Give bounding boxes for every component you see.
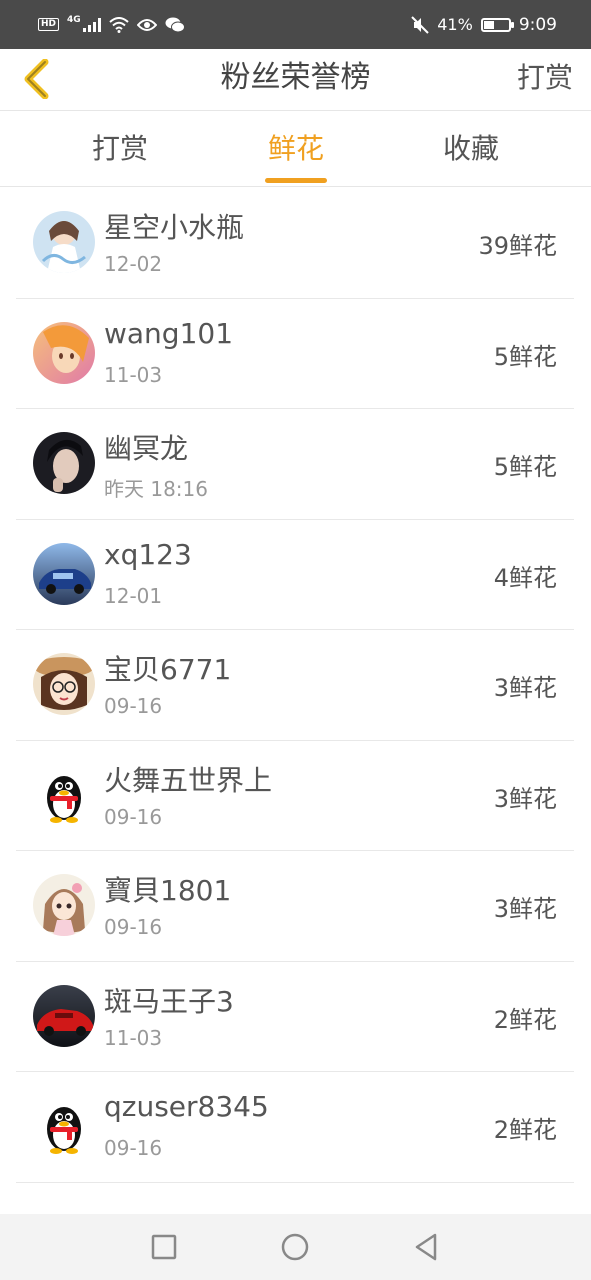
list-item[interactable]: 火舞五世界上 09-16 3鲜花 xyxy=(16,741,574,851)
list-item[interactable]: 斑马王子3 11-03 2鲜花 xyxy=(16,962,574,1072)
recent-apps-button[interactable] xyxy=(149,1232,179,1262)
list-item[interactable]: 寶貝1801 09-16 3鲜花 xyxy=(16,851,574,962)
avatar xyxy=(33,984,95,1047)
flower-count: 2鲜花 xyxy=(493,1005,557,1034)
tab-favorites[interactable]: 收藏 xyxy=(411,111,531,187)
avatar xyxy=(33,874,95,936)
qq-penguin-avatar xyxy=(33,763,95,826)
hd-badge: HD xyxy=(38,18,60,31)
qq-penguin-avatar xyxy=(33,1095,95,1157)
page-title: 粉丝荣誉榜 xyxy=(220,60,371,95)
tab-favorites-label: 收藏 xyxy=(442,132,499,165)
flower-count: 3鲜花 xyxy=(493,784,557,813)
tab-active-indicator xyxy=(265,178,327,183)
reward-button[interactable]: 打赏 xyxy=(517,49,573,111)
cartoon-girl-avatar xyxy=(33,653,95,715)
anime-face-avatar xyxy=(33,321,95,384)
tab-reward[interactable]: 打赏 xyxy=(60,111,180,187)
avatar xyxy=(33,542,95,605)
user-date: 09-16 xyxy=(104,1136,163,1160)
signal-icon xyxy=(82,17,101,32)
car-avatar xyxy=(33,542,95,605)
user-name: 火舞五世界上 xyxy=(104,763,273,797)
user-name: qzuser8345 xyxy=(104,1090,269,1123)
user-name: 宝贝6771 xyxy=(104,653,232,686)
list-item[interactable]: 宝贝6771 09-16 3鲜花 xyxy=(16,630,574,741)
doll-avatar xyxy=(33,874,95,936)
user-name: 星空小水瓶 xyxy=(104,211,245,244)
tab-reward-label: 打赏 xyxy=(91,132,148,165)
back-nav-button[interactable] xyxy=(411,1232,441,1262)
user-date: 昨天 18:16 xyxy=(104,477,208,501)
circle-icon xyxy=(281,1233,309,1261)
wechat-icon xyxy=(165,17,185,32)
flower-count: 5鲜花 xyxy=(493,453,557,481)
user-date: 09-16 xyxy=(104,694,163,718)
list-item[interactable]: qzuser8345 09-16 2鲜花 xyxy=(16,1072,574,1183)
avatar xyxy=(33,432,95,494)
user-date: 11-03 xyxy=(104,362,163,387)
battery-icon xyxy=(480,17,514,32)
clock: 9:09 xyxy=(518,14,557,35)
nav-bar: 粉丝荣誉榜 打赏 xyxy=(0,49,591,111)
user-date: 11-03 xyxy=(104,1025,163,1050)
home-button[interactable] xyxy=(280,1232,310,1262)
red-car-avatar xyxy=(33,984,95,1047)
avatar xyxy=(33,1095,95,1157)
flower-count: 4鲜花 xyxy=(493,563,557,592)
user-name: 幽冥龙 xyxy=(104,432,189,465)
wifi-icon xyxy=(109,16,129,33)
user-name: 斑马王子3 xyxy=(104,984,234,1018)
flower-count: 3鲜花 xyxy=(493,895,557,923)
tab-flowers-label: 鲜花 xyxy=(267,132,324,165)
triangle-back-icon xyxy=(415,1233,437,1261)
list-item[interactable]: xq123 12-01 4鲜花 xyxy=(16,520,574,630)
list-item[interactable]: 幽冥龙 昨天 18:16 5鲜花 xyxy=(16,409,574,520)
list-item[interactable]: 星空小水瓶 12-02 39鲜花 xyxy=(16,188,574,299)
user-name: xq123 xyxy=(104,537,192,571)
flower-count: 5鲜花 xyxy=(493,342,557,371)
avatar xyxy=(33,763,95,826)
fan-list: 星空小水瓶 12-02 39鲜花 wang101 11-03 5鲜花 幽冥龙 昨… xyxy=(16,188,574,1214)
status-right: 41% 9:09 xyxy=(411,15,557,35)
user-name: 寶貝1801 xyxy=(104,874,232,907)
anime-girl-avatar xyxy=(33,211,95,273)
status-left: HD 4G xyxy=(38,14,185,33)
user-date: 12-02 xyxy=(104,252,163,276)
square-icon xyxy=(151,1234,177,1260)
battery-percent: 41% xyxy=(437,15,473,34)
tab-flowers[interactable]: 鲜花 xyxy=(236,111,356,187)
tab-bar: 打赏 鲜花 收藏 xyxy=(0,111,591,187)
user-name: wang101 xyxy=(104,316,234,350)
network-type: 4G xyxy=(67,14,81,25)
user-date: 09-16 xyxy=(104,804,163,829)
eye-icon xyxy=(136,18,157,31)
avatar xyxy=(33,653,95,715)
system-nav-bar xyxy=(0,1214,591,1280)
user-date: 09-16 xyxy=(104,915,163,939)
list-item[interactable]: wang101 11-03 5鲜花 xyxy=(16,299,574,409)
flower-count: 2鲜花 xyxy=(493,1116,557,1144)
flower-count: 3鲜花 xyxy=(493,674,557,702)
user-date: 12-01 xyxy=(104,583,163,608)
avatar xyxy=(33,321,95,384)
battery-fill xyxy=(483,20,495,29)
avatar xyxy=(33,211,95,273)
status-bar: HD 4G 41% 9:09 xyxy=(0,0,591,49)
mute-icon xyxy=(411,15,429,34)
flower-count: 39鲜花 xyxy=(478,232,557,260)
portrait-avatar xyxy=(33,432,95,494)
